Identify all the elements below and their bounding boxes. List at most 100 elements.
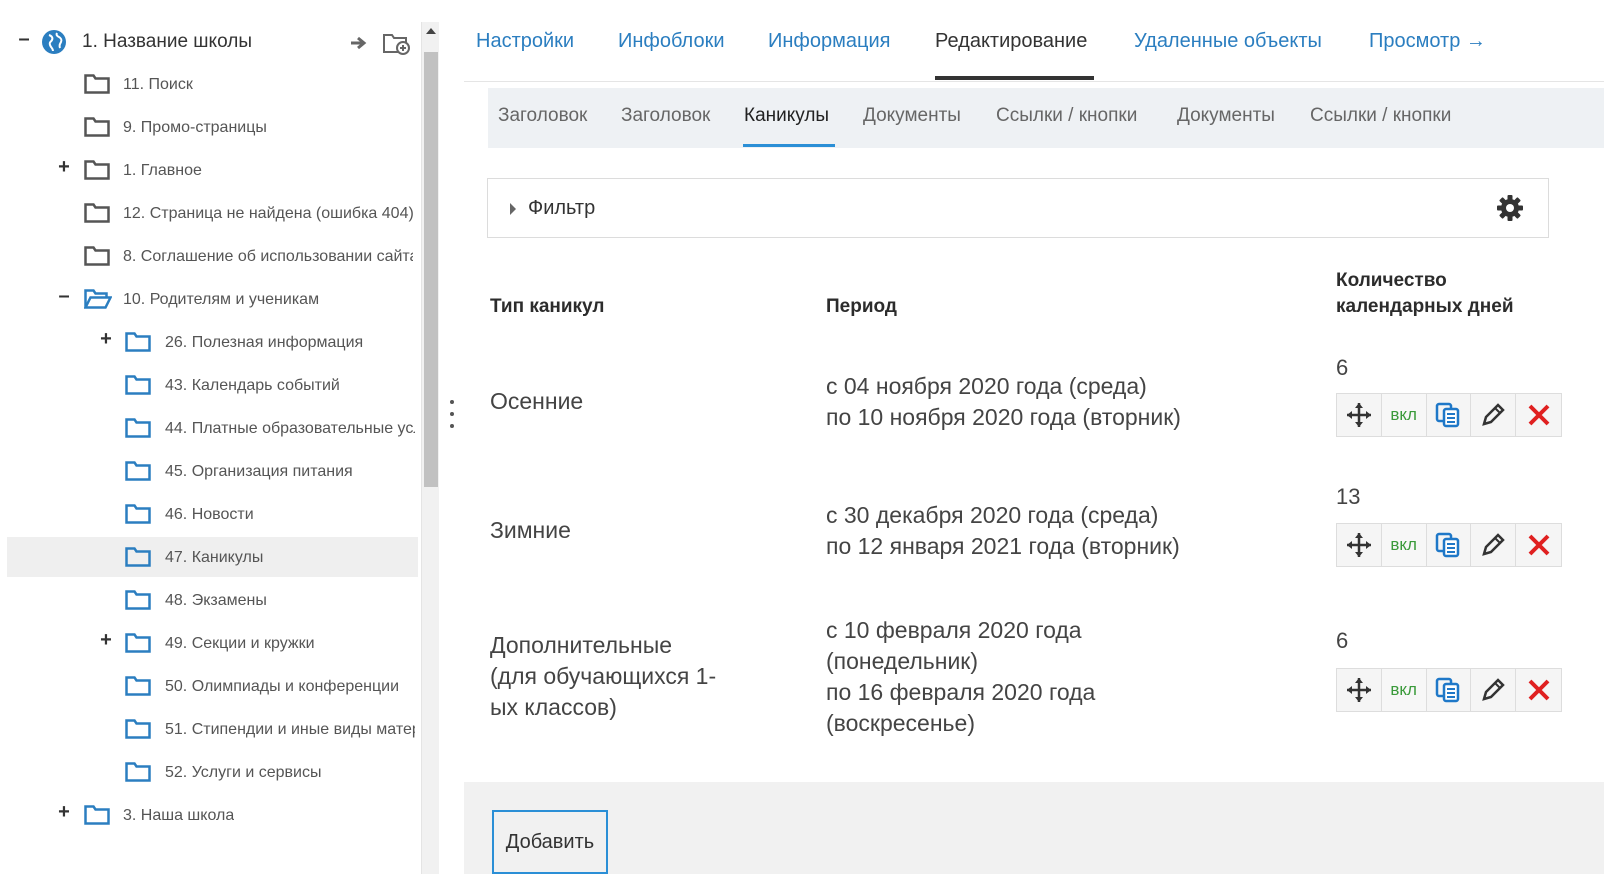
tree-item-label: 45. Организация питания <box>165 463 353 480</box>
toggle-on-button[interactable]: вкл <box>1381 394 1427 436</box>
edit-pencil-icon[interactable] <box>1471 669 1517 711</box>
folder-icon <box>125 461 151 486</box>
tree-item-label: 50. Олимпиады и конференции <box>165 678 400 695</box>
tree-item[interactable]: 45. Организация питания <box>7 451 418 491</box>
tree-item[interactable]: – 10. Родителям и ученикам <box>7 279 418 319</box>
delete-icon[interactable] <box>1516 394 1561 436</box>
tree-item-label: 10. Родителям и ученикам <box>123 291 320 308</box>
toggle-on-button[interactable]: вкл <box>1381 524 1427 566</box>
period-line: по 16 февраля 2020 года <box>826 679 1096 705</box>
row-actions: вкл <box>1336 523 1562 567</box>
scroll-thumb[interactable] <box>424 52 438 487</box>
move-icon[interactable] <box>1337 524 1382 566</box>
folder-icon <box>84 246 110 271</box>
tab-editing[interactable]: Редактирование <box>935 30 1087 53</box>
tab-deleted-objects[interactable]: Удаленные объекты <box>1134 30 1322 53</box>
tree-item[interactable]: 44. Платные образовательные услуги <box>7 408 418 448</box>
subtab-links-buttons[interactable]: Ссылки / кнопки <box>996 105 1137 127</box>
drag-handle-icon[interactable] <box>450 400 454 436</box>
tree-item-label: 11. Поиск <box>123 76 193 93</box>
folder-icon <box>125 590 151 615</box>
holiday-type-line: Осенние <box>490 388 584 414</box>
subtab-holidays[interactable]: Каникулы <box>744 105 829 127</box>
gear-icon[interactable] <box>1496 194 1524 227</box>
subtab-heading[interactable]: Заголовок <box>498 105 587 127</box>
subtab-documents[interactable]: Документы <box>863 105 961 127</box>
copy-icon[interactable] <box>1426 524 1472 566</box>
expand-toggle[interactable]: + <box>99 629 113 652</box>
folder-icon <box>125 418 151 443</box>
tree-item[interactable]: 51. Стипендии и иные виды материальной п… <box>7 709 418 749</box>
delete-icon[interactable] <box>1516 669 1561 711</box>
copy-icon[interactable] <box>1426 394 1472 436</box>
collapse-toggle[interactable]: – <box>17 28 31 51</box>
subtab-documents[interactable]: Документы <box>1177 105 1275 127</box>
tab-information[interactable]: Информация <box>768 30 890 53</box>
tree-item[interactable]: 50. Олимпиады и конференции <box>7 666 418 706</box>
tree-scrollbar[interactable] <box>421 22 439 874</box>
tree-item[interactable]: + 49. Секции и кружки <box>7 623 418 663</box>
move-icon[interactable] <box>1337 669 1382 711</box>
copy-icon[interactable] <box>1426 669 1472 711</box>
row-actions: вкл <box>1336 668 1562 712</box>
tree-item-label: 44. Платные образовательные услуги <box>165 420 415 437</box>
tree-root-row[interactable]: – 1. Название школы <box>7 22 418 62</box>
tree-root-label: 1. Название школы <box>82 31 252 52</box>
toggle-on-button[interactable]: вкл <box>1381 669 1427 711</box>
tree-item-label: 26. Полезная информация <box>165 334 364 351</box>
edit-pencil-icon[interactable] <box>1471 524 1517 566</box>
active-subtab-indicator <box>743 144 835 147</box>
tree-item[interactable]: 9. Промо-страницы <box>7 107 418 147</box>
collapse-toggle[interactable]: – <box>57 285 71 308</box>
filter-label[interactable]: Фильтр <box>528 197 595 220</box>
site-tree: – 1. Название школы 11. Поиск 9. Промо-с… <box>0 20 428 872</box>
move-icon[interactable] <box>1337 394 1382 436</box>
tree-item-label: 12. Страница не найдена (ошибка 404) <box>123 205 413 222</box>
tree-item[interactable]: + 3. Наша школа <box>7 795 418 835</box>
panel-splitter[interactable] <box>440 0 464 884</box>
tree-item[interactable]: + 26. Полезная информация <box>7 322 418 362</box>
folder-icon <box>125 332 151 357</box>
arrow-right-icon[interactable] <box>350 35 368 56</box>
tree-item-label: 9. Промо-страницы <box>123 119 267 136</box>
period-line: по 10 ноября 2020 года (вторник) <box>826 404 1181 430</box>
footer-bar: Добавить <box>464 782 1604 884</box>
tree-item-selected[interactable]: 47. Каникулы <box>7 537 418 577</box>
scroll-up-icon[interactable] <box>426 28 436 34</box>
column-header-period: Период <box>826 296 897 317</box>
holiday-type-line: (для обучающихся 1- <box>490 663 717 689</box>
folder-icon <box>125 504 151 529</box>
subtab-links-buttons[interactable]: Ссылки / кнопки <box>1310 105 1451 127</box>
folder-icon <box>84 74 110 99</box>
tree-item[interactable]: 46. Новости <box>7 494 418 534</box>
period-line: с 10 февраля 2020 года <box>826 617 1082 643</box>
folder-icon <box>125 547 151 572</box>
expand-toggle[interactable]: + <box>57 156 71 179</box>
tree-item[interactable]: 43. Календарь событий <box>7 365 418 405</box>
filter-panel[interactable]: Фильтр <box>487 178 1549 238</box>
tab-preview[interactable]: Просмотр → <box>1369 30 1486 53</box>
caret-right-icon[interactable] <box>510 203 516 215</box>
expand-toggle[interactable]: + <box>57 801 71 824</box>
tree-item[interactable]: 11. Поиск <box>7 64 418 104</box>
delete-icon[interactable] <box>1516 524 1561 566</box>
add-button[interactable]: Добавить <box>492 810 608 874</box>
holiday-period: с 10 февраля 2020 года (понедельник) по … <box>826 615 1246 739</box>
tree-item[interactable]: 12. Страница не найдена (ошибка 404) <box>7 193 418 233</box>
folder-icon <box>125 719 151 744</box>
period-line: (понедельник) <box>826 648 979 674</box>
period-line: по 12 января 2021 года (вторник) <box>826 533 1180 559</box>
add-folder-icon[interactable] <box>382 31 410 60</box>
tree-item[interactable]: 8. Соглашение об использовании сайта <box>7 236 418 276</box>
tree-item[interactable]: 48. Экзамены <box>7 580 418 620</box>
subtab-heading[interactable]: Заголовок <box>621 105 710 127</box>
tree-item-label: 48. Экзамены <box>165 592 267 609</box>
tree-item[interactable]: 52. Услуги и сервисы <box>7 752 418 792</box>
edit-pencil-icon[interactable] <box>1471 394 1517 436</box>
period-line: с 04 ноября 2020 года (среда) <box>826 373 1147 399</box>
tab-settings[interactable]: Настройки <box>476 30 574 53</box>
tree-item[interactable]: + 1. Главное <box>7 150 418 190</box>
expand-toggle[interactable]: + <box>99 328 113 351</box>
folder-icon <box>84 805 110 830</box>
tab-infoblocks[interactable]: Инфоблоки <box>618 30 725 53</box>
